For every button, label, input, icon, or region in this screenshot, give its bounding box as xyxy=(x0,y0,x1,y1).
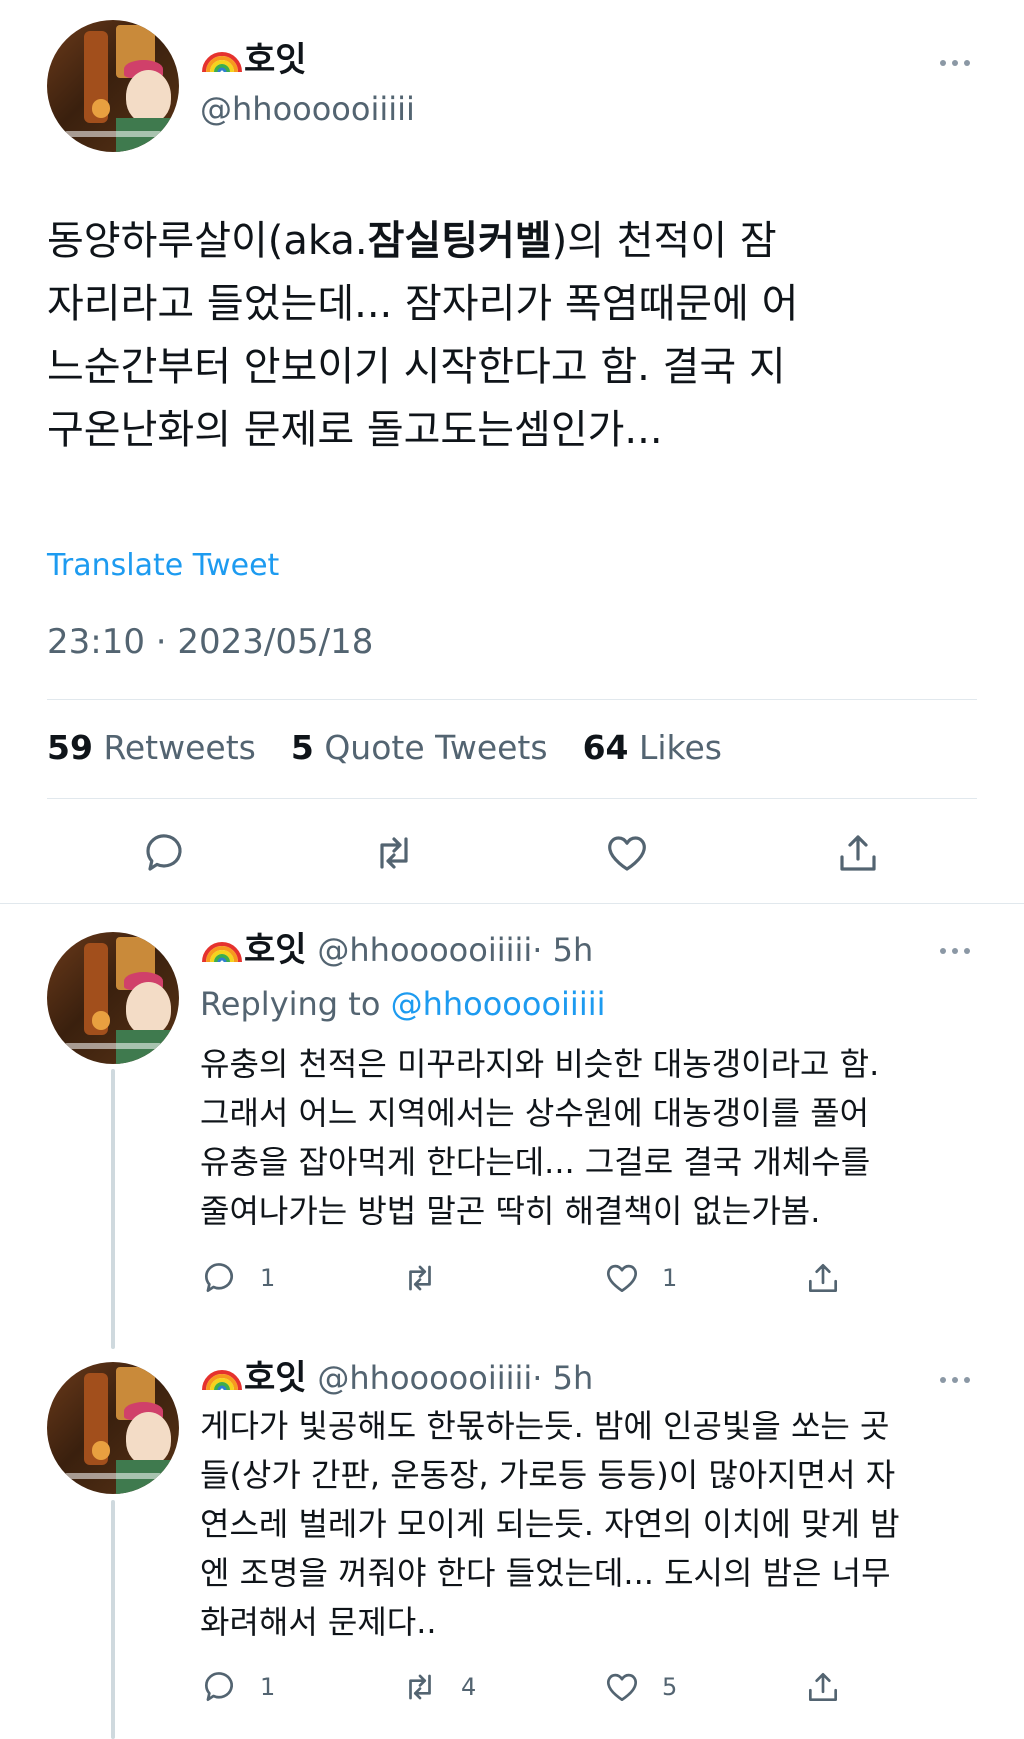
rainbow-emoji xyxy=(200,1358,244,1401)
retweet-button[interactable] xyxy=(401,1668,439,1706)
reply-time[interactable]: · 5h xyxy=(532,1359,593,1397)
thread-line xyxy=(111,1500,115,1739)
retweet-icon xyxy=(409,1674,431,1700)
divider xyxy=(47,798,977,799)
retweet-icon xyxy=(380,837,408,869)
more-icon[interactable] xyxy=(938,1374,974,1384)
author-name[interactable]: 호잇 xyxy=(200,40,307,83)
author-handle[interactable]: @hhoooooiiiii xyxy=(317,1359,532,1397)
share-icon xyxy=(808,1263,838,1293)
replying-to-handle[interactable]: @hhoooooiiiii xyxy=(391,985,606,1023)
timestamp[interactable]: 23:10 · 2023/05/18 xyxy=(47,622,373,662)
replying-to: Replying to @hhoooooiiiii xyxy=(200,985,606,1023)
divider xyxy=(47,699,977,700)
reply-count: 1 xyxy=(260,1673,276,1701)
author-name[interactable]: 호잇 xyxy=(244,1358,307,1398)
retweets-stat[interactable]: 59 Retweets xyxy=(47,728,256,767)
rainbow-emoji xyxy=(200,930,244,973)
reply-count: 1 xyxy=(260,1264,276,1292)
share-button[interactable] xyxy=(804,1668,842,1706)
reply-button[interactable] xyxy=(200,1259,238,1297)
like-icon xyxy=(606,1264,638,1293)
author-handle[interactable]: @hhoooooiiiii xyxy=(200,90,415,128)
reply-time[interactable]: · 5h xyxy=(532,931,593,969)
share-button[interactable] xyxy=(804,1259,842,1297)
avatar[interactable] xyxy=(47,932,179,1064)
retweet-icon xyxy=(409,1265,431,1291)
like-icon xyxy=(606,1673,638,1702)
reply-icon xyxy=(204,1672,234,1702)
retweet-button[interactable] xyxy=(401,1259,439,1297)
like-button[interactable] xyxy=(603,1668,641,1706)
like-button[interactable] xyxy=(603,1259,641,1297)
share-icon xyxy=(840,835,876,871)
thread-line xyxy=(111,1069,115,1349)
like-button[interactable] xyxy=(603,829,651,877)
retweet-button[interactable] xyxy=(370,829,418,877)
reply-button[interactable] xyxy=(140,829,188,877)
tweet-stats: 59 Retweets 5 Quote Tweets 64 Likes xyxy=(47,728,722,767)
author-handle[interactable]: @hhoooooiiiii xyxy=(317,931,532,969)
reply-icon xyxy=(146,834,182,871)
like-icon xyxy=(608,836,646,871)
reply-header: 호잇 @hhoooooiiiii· 5h xyxy=(200,1358,593,1401)
reply-text: 게다가 빛공해도 한몫하는듯. 밤에 인공빛을 쏘는 곳 들(상가 간판, 운동… xyxy=(200,1407,900,1641)
author-name[interactable]: 호잇 xyxy=(244,930,307,970)
share-button[interactable] xyxy=(834,829,882,877)
avatar[interactable] xyxy=(47,1362,179,1494)
rainbow-emoji xyxy=(200,40,244,83)
reply-header: 호잇 @hhoooooiiiii· 5h xyxy=(200,930,593,973)
more-icon[interactable] xyxy=(938,945,974,955)
like-count: 1 xyxy=(662,1264,678,1292)
tweet-text: 동양하루살이(aka.잠실팅커벨)의 천적이 잠 자리라고 들었는데... 잠자… xyxy=(47,218,799,453)
translate-link[interactable]: Translate Tweet xyxy=(47,548,279,583)
retweet-count: 4 xyxy=(461,1673,477,1701)
reply-button[interactable] xyxy=(200,1668,238,1706)
section-divider xyxy=(0,903,1024,904)
likes-stat[interactable]: 64 Likes xyxy=(583,728,722,767)
like-count: 5 xyxy=(662,1673,678,1701)
more-icon[interactable] xyxy=(938,57,974,67)
reply-text: 유충의 천적은 미꾸라지와 비슷한 대농갱이라고 함. 그래서 어느 지역에서는… xyxy=(200,1045,880,1230)
quote-tweets-stat[interactable]: 5 Quote Tweets xyxy=(291,728,548,767)
avatar[interactable] xyxy=(47,20,179,152)
reply-icon xyxy=(204,1263,234,1293)
share-icon xyxy=(808,1672,838,1702)
